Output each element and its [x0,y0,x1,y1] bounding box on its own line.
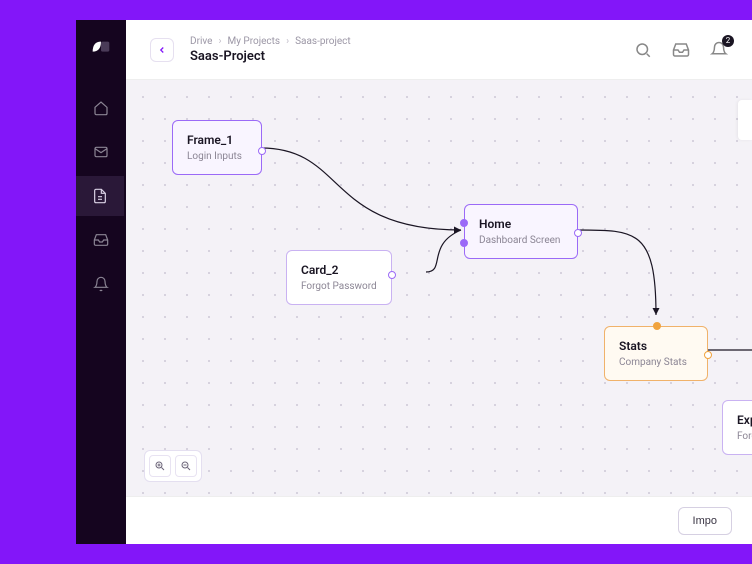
port-in[interactable] [653,322,661,330]
node-subtitle: Company Stats [619,357,693,368]
breadcrumb-item[interactable]: Drive [190,36,212,47]
page-title: Saas-Project [190,49,351,64]
chevron-right-icon: › [286,36,289,47]
back-button[interactable] [150,38,174,62]
bell-icon[interactable]: 2 [710,41,728,59]
title-block: Drive › My Projects › Saas-project Saas-… [190,36,351,64]
side-panel-edge[interactable] [738,100,752,140]
node-subtitle: Forgot P [737,431,752,442]
canvas[interactable]: Frame_1 Login Inputs Card_2 Forgot Passw… [126,80,752,496]
nav-home[interactable] [81,88,121,128]
app-logo [91,38,111,52]
port-out[interactable] [704,351,712,359]
breadcrumb-item[interactable]: My Projects [227,36,280,47]
nav-notifications[interactable] [81,264,121,304]
zoom-controls [144,450,202,482]
zoom-in-button[interactable] [149,455,171,477]
port-out[interactable] [574,229,582,237]
node-title: Stats [619,339,693,353]
port-out[interactable] [388,271,396,279]
node-home[interactable]: Home Dashboard Screen [464,204,578,259]
node-frame1[interactable]: Frame_1 Login Inputs [172,120,262,175]
search-icon[interactable] [634,41,652,59]
node-export[interactable]: Export Forgot P [722,400,752,455]
node-title: Export [737,413,752,427]
sidebar [76,20,126,544]
node-subtitle: Forgot Password [301,281,377,292]
topbar-actions: 2 [634,41,728,59]
node-card2[interactable]: Card_2 Forgot Password [286,250,392,305]
inbox-icon[interactable] [672,41,690,59]
node-subtitle: Dashboard Screen [479,235,563,246]
nav-documents[interactable] [76,176,124,216]
node-title: Home [479,217,563,231]
breadcrumb[interactable]: Drive › My Projects › Saas-project [190,36,351,47]
import-button[interactable]: Impo [678,507,732,535]
node-title: Card_2 [301,263,377,277]
app-window: Drive › My Projects › Saas-project Saas-… [76,20,752,544]
breadcrumb-item[interactable]: Saas-project [295,36,351,47]
zoom-out-button[interactable] [175,455,197,477]
port-in[interactable] [460,239,468,247]
footer: Impo [126,496,752,544]
node-stats[interactable]: Stats Company Stats [604,326,708,381]
chevron-right-icon: › [218,36,221,47]
node-title: Frame_1 [187,133,247,147]
node-subtitle: Login Inputs [187,151,247,162]
notification-badge: 2 [722,35,734,47]
nav-inbox[interactable] [81,220,121,260]
topbar: Drive › My Projects › Saas-project Saas-… [126,20,752,80]
port-in[interactable] [460,219,468,227]
main-area: Drive › My Projects › Saas-project Saas-… [126,20,752,544]
nav-mail[interactable] [81,132,121,172]
port-out[interactable] [258,147,266,155]
